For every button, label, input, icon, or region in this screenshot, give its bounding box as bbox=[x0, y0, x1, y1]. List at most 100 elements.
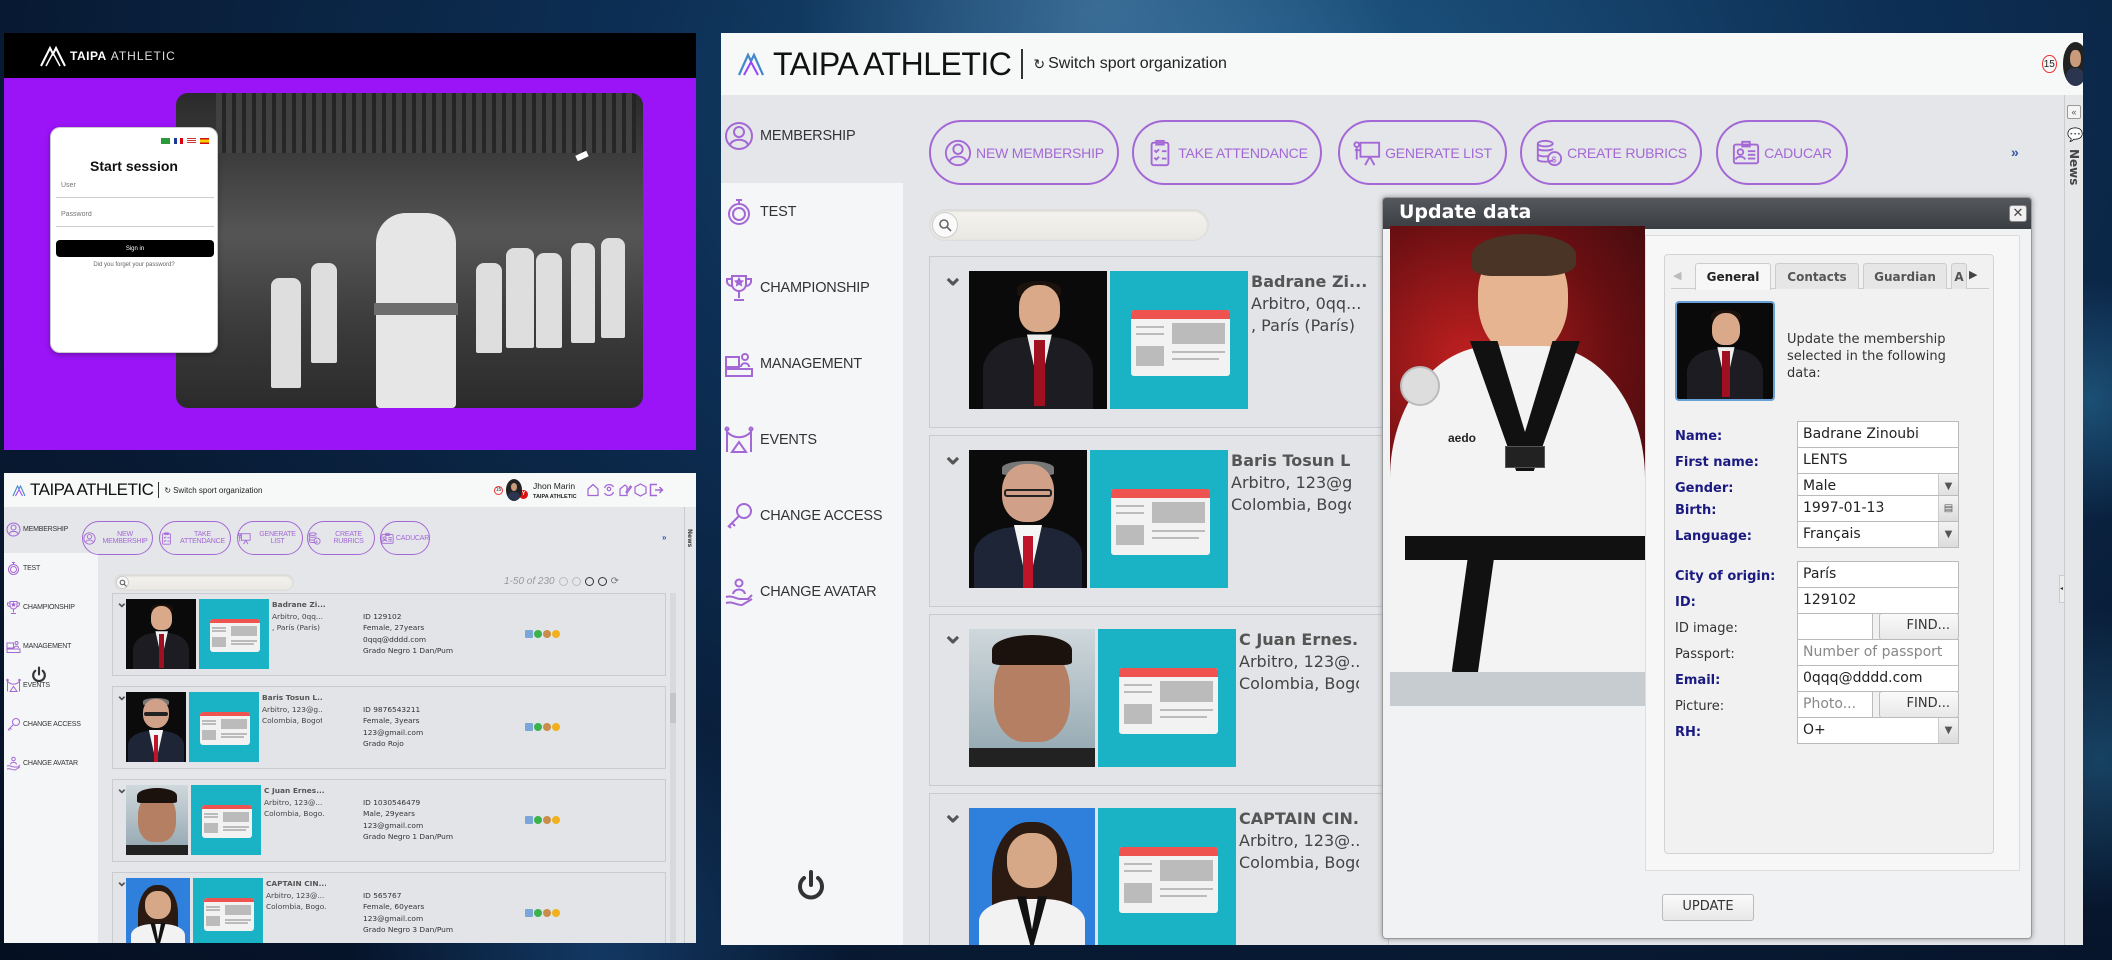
panel-toggle-handle[interactable]: ◂ bbox=[2059, 575, 2065, 603]
forgot-password-link[interactable]: Did you forget your password? bbox=[51, 262, 217, 268]
id-input[interactable]: 129102 bbox=[1797, 587, 1959, 614]
picture-input[interactable]: Photo... bbox=[1797, 691, 1873, 718]
home-star-icon[interactable] bbox=[586, 483, 600, 497]
refresh-user-icon[interactable] bbox=[602, 483, 616, 497]
edit-icon[interactable] bbox=[525, 723, 533, 731]
badge-icon[interactable] bbox=[552, 723, 560, 731]
dialog-close-button[interactable]: ✕ bbox=[2009, 205, 2027, 222]
sidebar-item-test[interactable]: TEST bbox=[721, 197, 796, 227]
sidebar-item-change-avatar[interactable]: CHANGE AVATAR bbox=[721, 577, 877, 607]
create-rubrics-button[interactable]: $ CREATE RUBRICS bbox=[307, 521, 375, 555]
sidebar-item-management[interactable]: MANAGEMENT bbox=[4, 639, 71, 654]
member-card[interactable]: ⌄ Baris Tosun L... Arbitro, 123@g... Col… bbox=[929, 435, 1389, 607]
id-image-find-button[interactable]: FIND... bbox=[1879, 613, 1959, 640]
expand-chevron-icon[interactable]: ⌄ bbox=[942, 798, 964, 829]
edit-star-icon[interactable] bbox=[618, 483, 632, 497]
sidebar-item-change-avatar[interactable]: CHANGE AVATAR bbox=[4, 756, 78, 771]
update-button[interactable]: UPDATE bbox=[1662, 894, 1754, 921]
sidebar-item-management[interactable]: MANAGEMENT bbox=[721, 349, 862, 379]
approve-icon[interactable] bbox=[534, 816, 542, 824]
power-icon[interactable] bbox=[30, 666, 48, 684]
email-input[interactable]: 0qqq@dddd.com bbox=[1797, 665, 1959, 692]
sidebar-item-test[interactable]: TEST bbox=[4, 561, 40, 576]
switch-organization-link[interactable]: ↻ Switch sport organization bbox=[1033, 55, 1227, 73]
approve-icon[interactable] bbox=[534, 909, 542, 917]
generate-list-button[interactable]: GENERATE LIST bbox=[237, 521, 303, 555]
flag-usa-icon[interactable] bbox=[187, 138, 196, 144]
tab-more[interactable]: A bbox=[1951, 263, 1967, 289]
user-avatar[interactable] bbox=[506, 479, 522, 501]
take-attendance-button[interactable]: TAKE ATTENDANCE bbox=[1132, 120, 1322, 185]
flag-spain-icon[interactable] bbox=[200, 138, 209, 144]
picture-find-button[interactable]: FIND... bbox=[1879, 691, 1959, 718]
language-select[interactable]: Français ▼ bbox=[1797, 521, 1959, 548]
member-card[interactable]: ⌄ CAPTAIN CIN... Arbitro, 123@... Colomb… bbox=[112, 872, 666, 943]
id-image-input[interactable] bbox=[1797, 613, 1873, 640]
user-icon[interactable] bbox=[543, 909, 551, 917]
flag-france-icon[interactable] bbox=[174, 138, 183, 144]
caducar-button[interactable]: CADUCAR bbox=[1716, 120, 1848, 185]
user-icon[interactable] bbox=[543, 723, 551, 731]
search-box[interactable] bbox=[929, 209, 1209, 241]
create-rubrics-button[interactable]: $ CREATE RUBRICS bbox=[1520, 120, 1702, 185]
more-toolbar-button[interactable]: » bbox=[2011, 144, 2019, 160]
first-page-button[interactable] bbox=[558, 577, 568, 586]
take-attendance-button[interactable]: TAKE ATTENDANCE bbox=[159, 521, 231, 555]
sign-in-button[interactable]: Sign in bbox=[56, 240, 214, 257]
hexagon-icon[interactable] bbox=[633, 483, 647, 497]
new-membership-button[interactable]: NEW MEMBERSHIP bbox=[82, 521, 153, 555]
user-icon[interactable] bbox=[543, 630, 551, 638]
birth-date-input[interactable]: 1997-01-13 ▤ bbox=[1797, 495, 1959, 522]
sidebar-item-events[interactable]: EVENTS bbox=[721, 425, 817, 455]
edit-icon[interactable] bbox=[525, 630, 533, 638]
user-input[interactable] bbox=[56, 174, 214, 198]
expand-chevron-icon[interactable]: ⌄ bbox=[942, 619, 964, 650]
flag-brazil-icon[interactable] bbox=[161, 138, 170, 144]
user-icon[interactable] bbox=[543, 816, 551, 824]
tabs-next-arrow-icon[interactable]: ▶ bbox=[1969, 268, 1977, 281]
sidebar-item-membership[interactable]: MEMBERSHIP bbox=[721, 121, 856, 151]
power-icon[interactable] bbox=[794, 869, 828, 903]
sidebar-item-change-access[interactable]: CHANGE ACCESS bbox=[4, 717, 81, 732]
member-card[interactable]: ⌄ C Juan Ernes... Arbitro, 123@... Colom… bbox=[112, 779, 666, 862]
expand-chevron-icon[interactable]: ⌄ bbox=[942, 440, 964, 471]
member-card[interactable]: ⌄ Baris Tosun L... Arbitro, 123@g... Col… bbox=[112, 686, 666, 769]
tab-guardian[interactable]: Guardian bbox=[1863, 263, 1947, 289]
city-input[interactable]: París bbox=[1797, 561, 1959, 588]
member-card[interactable]: ⌄ Badrane Zi... Arbitro, 0qq... , París … bbox=[112, 593, 666, 676]
edit-icon[interactable] bbox=[525, 816, 533, 824]
member-card[interactable]: ⌄ Badrane Zi... Arbitro, 0qq... , París … bbox=[929, 256, 1389, 428]
member-card[interactable]: ⌄ CAPTAIN CIN... Arbitro, 123@... Colomb… bbox=[929, 793, 1389, 945]
tab-contacts[interactable]: Contacts bbox=[1775, 263, 1859, 289]
rh-select[interactable]: O+ ▼ bbox=[1797, 717, 1959, 744]
generate-list-button[interactable]: GENERATE LIST bbox=[1338, 120, 1507, 185]
password-input[interactable] bbox=[56, 203, 214, 227]
badge-icon[interactable] bbox=[552, 630, 560, 638]
new-membership-button[interactable]: NEW MEMBERSHIP bbox=[929, 120, 1119, 185]
switch-organization-link[interactable]: ↻ Switch sport organization bbox=[164, 486, 262, 495]
edit-icon[interactable] bbox=[525, 909, 533, 917]
notification-badge[interactable]: 15 bbox=[494, 485, 503, 495]
tab-general[interactable]: General bbox=[1695, 263, 1771, 290]
refresh-icon[interactable]: ⟳ bbox=[611, 576, 619, 587]
passport-input[interactable]: Number of passport bbox=[1797, 639, 1959, 666]
logout-icon[interactable] bbox=[649, 483, 664, 497]
badge-icon[interactable] bbox=[552, 909, 560, 917]
calendar-icon[interactable]: ▤ bbox=[1938, 496, 1958, 521]
first-name-input[interactable]: LENTS bbox=[1797, 447, 1959, 474]
more-toolbar-button[interactable]: » bbox=[662, 533, 666, 542]
next-page-button[interactable] bbox=[584, 577, 594, 586]
expand-chevron-icon[interactable]: ⌄ bbox=[942, 261, 964, 292]
approve-icon[interactable] bbox=[534, 630, 542, 638]
collapse-news-button[interactable]: « bbox=[2067, 105, 2081, 119]
sidebar-item-change-access[interactable]: CHANGE ACCESS bbox=[721, 501, 882, 531]
sidebar-item-championship[interactable]: CHAMPIONSHIP bbox=[4, 600, 75, 615]
notification-badge[interactable]: 15 bbox=[2042, 55, 2057, 73]
prev-page-button[interactable] bbox=[571, 577, 581, 586]
tabs-prev-arrow-icon[interactable]: ◀ bbox=[1673, 269, 1681, 282]
badge-icon[interactable] bbox=[552, 816, 560, 824]
search-box[interactable] bbox=[114, 574, 294, 591]
name-input[interactable]: Badrane Zinoubi bbox=[1797, 421, 1959, 448]
sidebar-item-championship[interactable]: CHAMPIONSHIP bbox=[721, 273, 870, 303]
user-avatar[interactable] bbox=[2062, 42, 2083, 86]
